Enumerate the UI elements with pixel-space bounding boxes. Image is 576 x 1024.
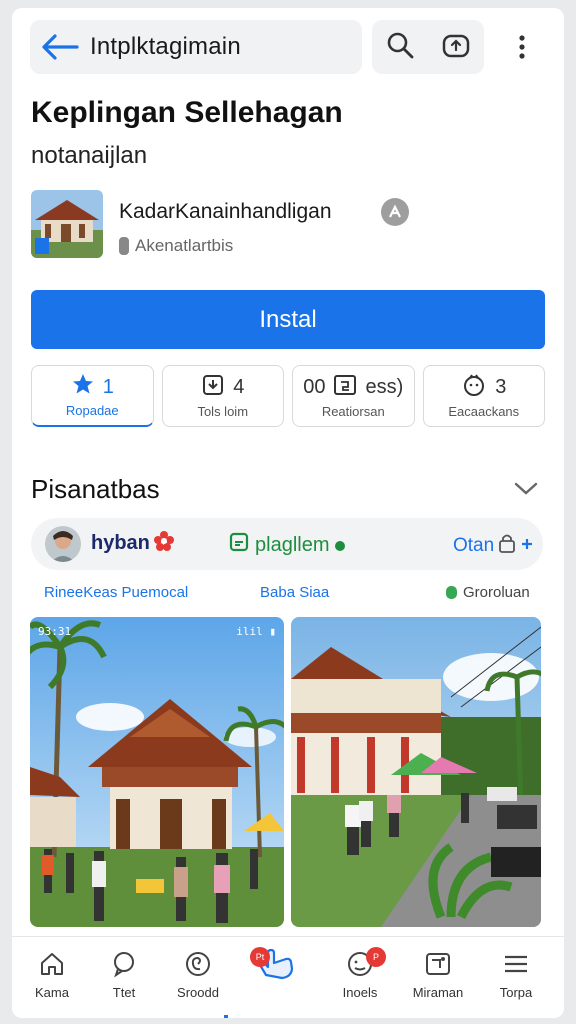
home-icon — [20, 947, 84, 981]
nav-item-sroodd[interactable]: Sroodd — [166, 947, 230, 1000]
photo-icon — [406, 947, 470, 981]
section-title: Pisanatbas — [31, 474, 160, 504]
nav-label: Sroodd — [177, 985, 219, 1000]
links-row: RineeKeas Puemocal Baba Siaa Groroluan — [44, 584, 544, 608]
star-icon — [71, 372, 95, 402]
stat-value: ess) — [365, 376, 404, 398]
flower-icon — [153, 530, 175, 552]
nav-item-hand[interactable]: Pt — [244, 947, 308, 985]
nav-label: Ttet — [112, 985, 136, 1000]
nav-item-inoels[interactable]: P Inoels — [328, 947, 392, 1000]
link-right-label: Groroluan — [463, 584, 530, 601]
stat-label: Ropadae — [65, 403, 119, 418]
notification-badge: P — [366, 947, 386, 967]
stat-value: 4 — [233, 376, 245, 398]
stats-row: 1 Ropadae 4 Tols loim 00 ess) Reatiorsan — [31, 365, 545, 427]
link-middle[interactable]: Baba Siaa — [260, 584, 329, 601]
nav-item-menu[interactable]: Torpa — [484, 947, 548, 1000]
share-icon[interactable] — [441, 31, 471, 64]
verified-icon — [381, 198, 409, 226]
link-right[interactable]: Groroluan — [446, 584, 530, 601]
stat-rating[interactable]: 1 Ropadae — [31, 365, 154, 427]
app-subtitle: notanaijlan — [31, 142, 148, 169]
nav-active-indicator — [224, 1015, 228, 1018]
more-vert-icon[interactable] — [502, 26, 542, 68]
app-thumbnail — [31, 190, 103, 258]
stat-label: Reatiorsan — [321, 403, 385, 419]
plus-dot-icon — [335, 534, 346, 557]
tag-action[interactable]: Otan — [453, 532, 534, 560]
screenshot-status-time: 93:31 — [38, 625, 72, 638]
developer-row[interactable]: KadarKanainhandligan Akenatlartbis — [31, 190, 551, 262]
stat-value: 1 — [102, 375, 114, 398]
tag-green[interactable]: plagllem — [229, 532, 346, 558]
screenshot-2[interactable] — [291, 617, 541, 927]
search-icon[interactable] — [386, 31, 414, 64]
developer-meta: Akenatlartbis — [119, 236, 233, 256]
tag-name[interactable]: hyban — [91, 532, 150, 555]
nav-label: Kama — [35, 985, 69, 1000]
notification-badge: Pt — [250, 947, 270, 967]
nav-item-chat[interactable]: Ttet — [92, 947, 156, 1000]
tag-bar: hyban plagllem Otan — [31, 518, 543, 570]
stat-downloads[interactable]: 4 Tols loim — [161, 365, 284, 427]
hand-icon: Pt — [244, 947, 308, 981]
plus-icon — [520, 535, 534, 557]
stat-reviews[interactable]: 3 Eacaackans — [422, 365, 545, 427]
avatar[interactable] — [45, 526, 81, 562]
nav-label: Miraman — [412, 985, 464, 1000]
developer-name[interactable]: KadarKanainhandligan — [119, 200, 332, 224]
developer-meta-text: Akenatlartbis — [135, 236, 234, 255]
menu-icon — [484, 947, 548, 981]
app-screen: Intplktagimain Keplingan Sellehagan nota… — [12, 8, 564, 1018]
nav-item-home[interactable]: Kama — [20, 947, 84, 1000]
screenshot-status-signal: ilil ▮ — [236, 625, 276, 638]
nav-item-miraman[interactable]: Miraman — [406, 947, 470, 1000]
face-icon — [461, 373, 487, 403]
back-arrow-icon[interactable] — [30, 20, 90, 74]
smile-icon: P — [328, 947, 392, 981]
action-buttons — [372, 20, 484, 74]
spiral-icon — [166, 947, 230, 981]
link-left[interactable]: RineeKeas Puemocal — [44, 584, 188, 601]
chevron-down-icon[interactable] — [512, 476, 540, 500]
search-bar[interactable]: Intplktagimain — [30, 20, 362, 74]
search-query[interactable]: Intplktagimain — [90, 33, 241, 61]
bottom-nav: Kama Ttet Sroodd Pt P Inoels Miraman Tor… — [12, 936, 564, 1018]
tag-action-label: Otan — [453, 535, 495, 556]
screenshot-1[interactable]: 93:31 ilil ▮ — [30, 617, 284, 927]
lock-icon — [496, 532, 518, 560]
status-dot-icon — [446, 586, 457, 599]
stat-label: Eacaackans — [448, 403, 520, 419]
install-button[interactable]: Instal — [31, 290, 545, 349]
stat-prefix: 00 — [303, 376, 326, 398]
app-title: Keplingan Sellehagan — [31, 96, 343, 129]
download-icon — [201, 373, 225, 403]
nav-label: Inoels — [342, 985, 378, 1000]
app-box-icon — [229, 532, 249, 558]
nav-label: Torpa — [499, 985, 533, 1000]
stat-label: Tols loim — [197, 403, 249, 419]
stat-value: 3 — [495, 376, 507, 398]
rating-box-icon — [333, 373, 357, 403]
meta-marker-icon — [119, 237, 129, 255]
stat-content-rating[interactable]: 00 ess) Reatiorsan — [292, 365, 415, 427]
chat-icon — [92, 947, 156, 981]
tag-green-label: plagllem — [255, 533, 330, 556]
